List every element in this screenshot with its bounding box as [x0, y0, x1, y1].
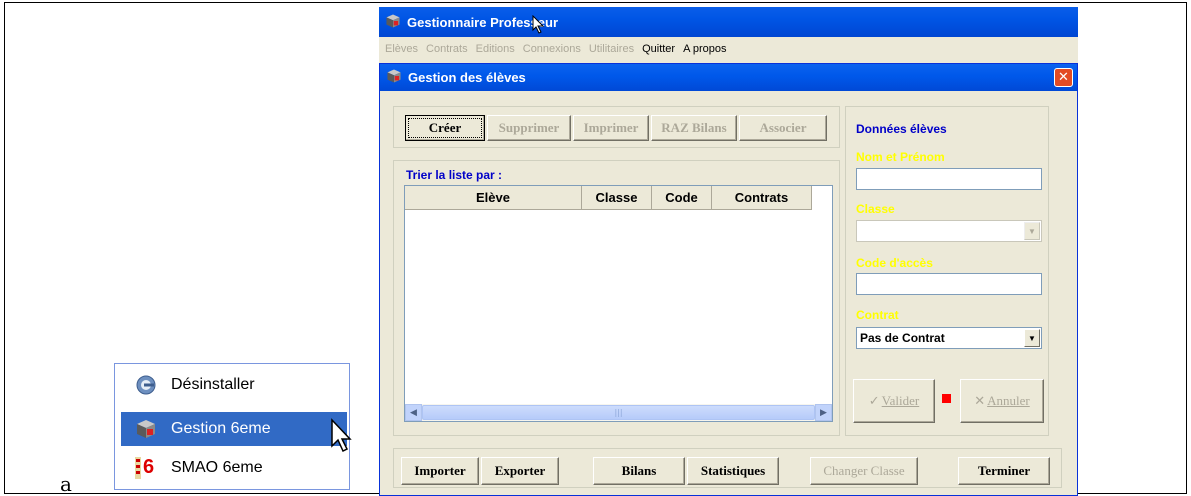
menu-contrats[interactable]: Contrats: [426, 43, 468, 55]
print-button[interactable]: Imprimer: [573, 115, 649, 141]
student-management-window: Gestion des élèves ✕ Créer Supprimer Imp…: [379, 63, 1078, 496]
child-window-title: Gestion des élèves: [408, 70, 526, 85]
mouse-cursor-icon: [532, 15, 545, 34]
details-heading: Données élèves: [856, 122, 947, 136]
app-cube-icon: [386, 68, 402, 87]
create-button[interactable]: Créer: [405, 115, 485, 141]
menu-editions[interactable]: Editions: [476, 43, 515, 55]
start-menu-item-label: Gestion 6eme: [171, 420, 271, 437]
child-title-bar[interactable]: Gestion des élèves ✕: [380, 64, 1077, 91]
class-label: Classe: [856, 202, 895, 216]
column-header-contrats[interactable]: Contrats: [712, 186, 812, 210]
access-code-label: Code d'accès: [856, 256, 933, 270]
raz-bilans-button[interactable]: RAZ Bilans: [651, 115, 737, 141]
column-header-classe[interactable]: Classe: [582, 186, 652, 210]
close-button[interactable]: ✕: [1054, 68, 1073, 87]
menu-connexions[interactable]: Connexions: [523, 43, 581, 55]
start-menu-item-smao[interactable]: 6 SMAO 6eme: [121, 451, 347, 485]
column-header-eleve[interactable]: Elève: [405, 186, 582, 210]
mouse-cursor-icon: [331, 418, 352, 453]
change-class-button[interactable]: Changer Classe: [810, 457, 918, 485]
smao-6-icon: 6: [135, 456, 157, 479]
menu-bar: Elèves Contrats Editions Connexions Util…: [379, 39, 1078, 59]
status-indicator: [942, 394, 951, 403]
finish-button[interactable]: Terminer: [958, 457, 1050, 485]
contract-select-value: Pas de Contrat: [860, 331, 945, 345]
scroll-right-icon[interactable]: ▶: [815, 404, 832, 421]
scroll-thumb[interactable]: |||: [422, 405, 815, 420]
figure-label: a: [60, 472, 72, 496]
start-menu-item-gestion[interactable]: Gestion 6eme: [121, 412, 347, 446]
student-list[interactable]: Elève Classe Code Contrats ◀ ||| ▶: [404, 185, 833, 422]
horizontal-scrollbar[interactable]: ◀ ||| ▶: [405, 404, 832, 421]
chevron-down-icon[interactable]: ▼: [1024, 222, 1040, 240]
contract-label: Contrat: [856, 308, 899, 322]
list-header: Elève Classe Code Contrats: [405, 186, 832, 210]
start-menu-item-label: SMAO 6eme: [171, 459, 263, 476]
app-cube-icon: [135, 418, 157, 440]
column-header-code[interactable]: Code: [652, 186, 712, 210]
menu-utilitaires[interactable]: Utilitaires: [589, 43, 634, 55]
cancel-button[interactable]: ✕ Annuler: [960, 379, 1044, 423]
associate-button[interactable]: Associer: [739, 115, 827, 141]
main-title-bar[interactable]: Gestionnaire Professeur: [379, 7, 1078, 37]
name-label: Nom et Prénom: [856, 150, 945, 164]
validate-button[interactable]: ✓ Valider: [853, 379, 935, 423]
start-menu: Désinstaller Gestion 6eme 6 SMAO 6eme: [114, 363, 350, 490]
scroll-left-icon[interactable]: ◀: [405, 404, 422, 421]
name-field[interactable]: [856, 168, 1042, 190]
smao-6-icon-text: 6: [143, 456, 155, 478]
cancel-label: Annuler: [987, 393, 1030, 408]
sort-label: Trier la liste par :: [406, 168, 503, 182]
validate-label: Valider: [881, 393, 920, 408]
menu-quitter[interactable]: Quitter: [642, 43, 675, 55]
statistics-button[interactable]: Statistiques: [687, 457, 779, 485]
import-button[interactable]: Importer: [401, 457, 479, 485]
export-button[interactable]: Exporter: [481, 457, 559, 485]
cross-icon: ✕: [974, 393, 986, 408]
start-menu-item-uninstall[interactable]: Désinstaller: [121, 368, 347, 402]
main-window: Gestionnaire Professeur Elèves Contrats …: [379, 7, 1078, 496]
app-cube-icon: [385, 13, 401, 32]
delete-button[interactable]: Supprimer: [487, 115, 571, 141]
menu-eleves[interactable]: Elèves: [385, 43, 418, 55]
reports-button[interactable]: Bilans: [593, 457, 685, 485]
start-menu-item-label: Désinstaller: [171, 376, 255, 393]
uninstall-icon: [135, 374, 157, 396]
access-code-field[interactable]: [856, 273, 1042, 295]
menu-a-propos[interactable]: A propos: [683, 43, 726, 55]
check-icon: ✓: [868, 393, 880, 408]
contract-select[interactable]: Pas de Contrat ▼: [856, 327, 1042, 349]
class-select[interactable]: ▼: [856, 220, 1042, 242]
chevron-down-icon[interactable]: ▼: [1024, 329, 1040, 347]
